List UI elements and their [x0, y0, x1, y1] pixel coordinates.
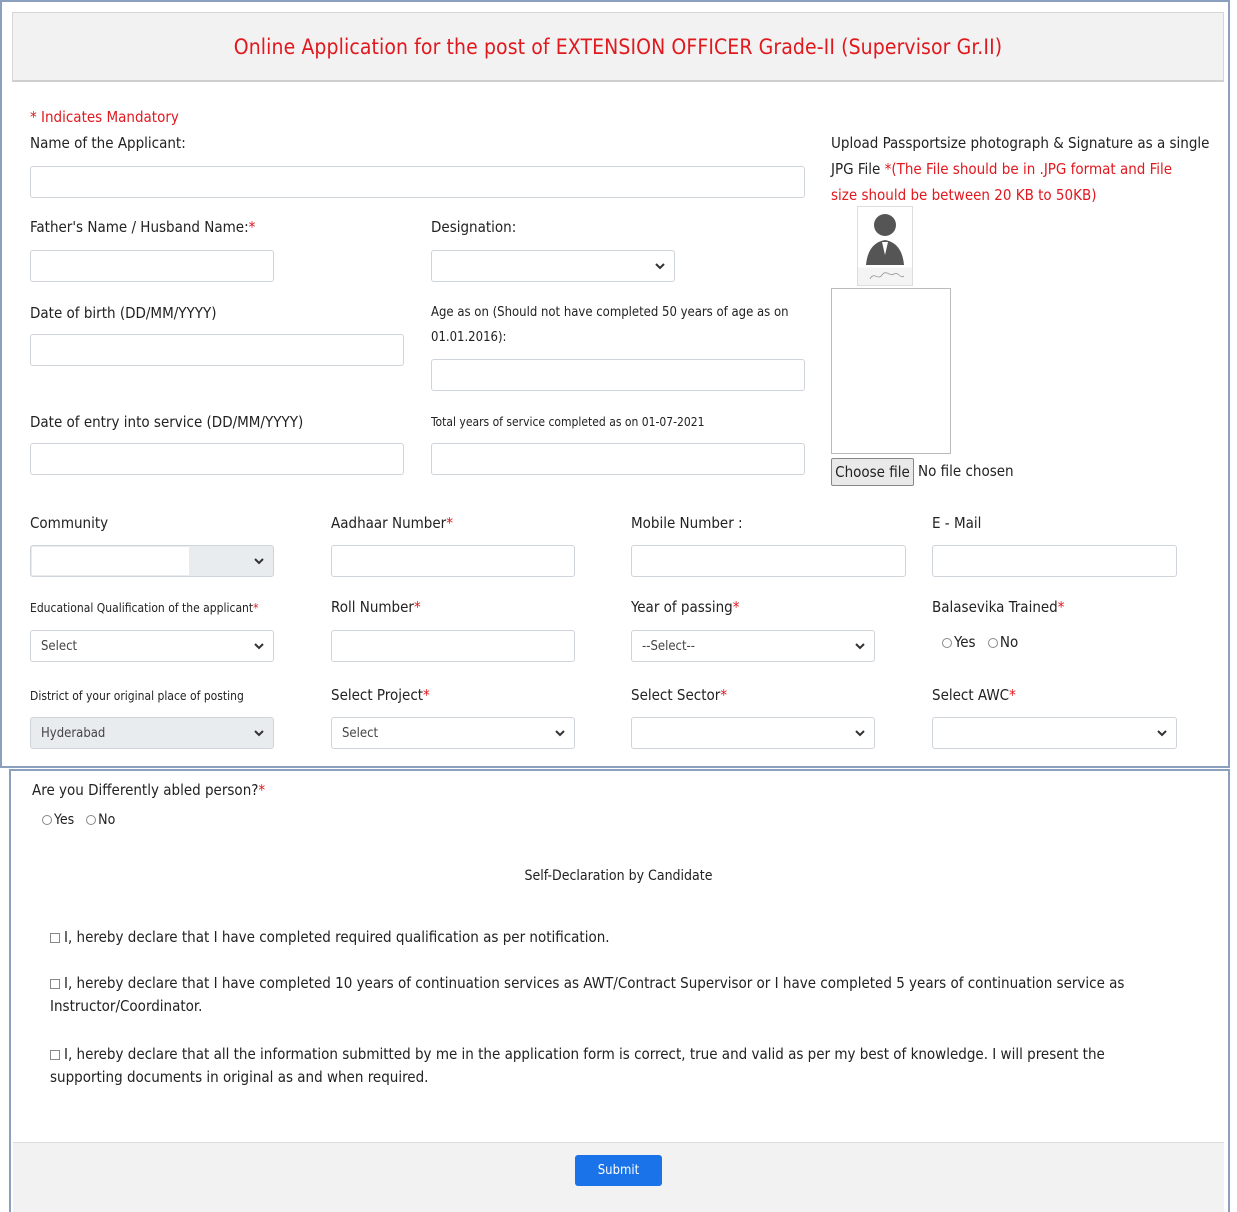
awc-label: Select AWC* — [932, 686, 1016, 704]
declaration-text-1: I, hereby declare that I have completed … — [64, 928, 610, 946]
declaration-item: I, hereby declare that I have completed … — [50, 972, 1170, 1018]
photo-preview-box — [831, 288, 951, 454]
district-label: District of your original place of posti… — [30, 689, 244, 703]
year-label: Year of passing* — [631, 598, 740, 616]
choose-file-button[interactable]: Choose file — [831, 458, 914, 486]
qualification-select-value: Select — [41, 638, 78, 654]
community-select[interactable] — [30, 545, 274, 577]
balasevika-label: Balasevika Trained* — [932, 598, 1065, 616]
declaration-item: I, hereby declare that I have completed … — [50, 926, 1170, 949]
roll-number-input[interactable] — [331, 630, 575, 662]
qualification-label: Educational Qualification of the applica… — [30, 601, 259, 615]
chevron-down-icon — [253, 555, 265, 567]
aadhaar-input[interactable] — [331, 545, 575, 577]
year-select[interactable]: --Select-- — [631, 630, 875, 662]
declaration-checkbox-1[interactable] — [50, 932, 60, 943]
project-select[interactable]: Select — [331, 717, 575, 749]
roll-number-label: Roll Number* — [331, 598, 421, 616]
upload-label-line1: Upload Passportsize photograph & Signatu… — [831, 134, 1210, 152]
chevron-down-icon — [554, 727, 566, 739]
age-label-line2: 01.01.2016): — [431, 330, 507, 345]
balasevika-yes-radio[interactable] — [942, 637, 952, 648]
age-label-line1: Age as on (Should not have completed 50 … — [431, 305, 789, 320]
declaration-title: Self-Declaration by Candidate — [524, 868, 713, 884]
district-select-value: Hyderabad — [41, 725, 106, 741]
email-input[interactable] — [932, 545, 1177, 577]
upload-label-line3: size should be between 20 KB to 50KB) — [831, 186, 1097, 204]
balasevika-no-radio[interactable] — [987, 637, 998, 648]
dob-input[interactable] — [30, 334, 404, 366]
community-select-fill — [32, 547, 189, 575]
aadhaar-label: Aadhaar Number* — [331, 514, 453, 532]
district-select[interactable]: Hyderabad — [30, 717, 274, 749]
mandatory-note: * Indicates Mandatory — [30, 108, 179, 126]
chevron-down-icon — [253, 640, 265, 652]
disabled-no-label: No — [98, 812, 116, 828]
service-years-input[interactable] — [431, 443, 805, 475]
community-label: Community — [30, 514, 109, 532]
awc-select[interactable] — [932, 717, 1177, 749]
dob-label: Date of birth (DD/MM/YYYY) — [30, 304, 217, 322]
balasevika-yes-label: Yes — [954, 633, 976, 651]
chevron-down-icon — [654, 260, 666, 272]
sector-select[interactable] — [631, 717, 875, 749]
chevron-down-icon — [1156, 727, 1168, 739]
mobile-input[interactable] — [631, 545, 906, 577]
applicant-name-label: Name of the Applicant: — [30, 134, 186, 152]
declaration-checkbox-2[interactable] — [50, 978, 60, 989]
declaration-text-2: I, hereby declare that I have completed … — [50, 974, 1125, 1015]
declaration-text-3: I, hereby declare that all the informati… — [50, 1045, 1105, 1086]
sample-photo — [857, 206, 913, 286]
sector-label: Select Sector* — [631, 686, 728, 704]
page-header: Online Application for the post of EXTEN… — [12, 12, 1224, 82]
disabled-no-radio[interactable] — [86, 815, 97, 825]
applicant-name-input[interactable] — [30, 166, 805, 198]
submit-button[interactable]: Submit — [575, 1155, 662, 1186]
disabled-yes-radio[interactable] — [42, 815, 52, 825]
project-select-value: Select — [342, 725, 379, 741]
father-name-label: Father's Name / Husband Name:* — [30, 218, 256, 236]
mobile-label: Mobile Number : — [631, 514, 743, 532]
declaration-item: I, hereby declare that all the informati… — [50, 1043, 1170, 1089]
disabled-options: Yes No — [42, 812, 115, 828]
designation-label: Designation: — [431, 218, 517, 236]
age-input[interactable] — [431, 359, 805, 391]
declaration-checkbox-3[interactable] — [50, 1049, 60, 1060]
qualification-select[interactable]: Select — [30, 630, 274, 662]
entry-date-label: Date of entry into service (DD/MM/YYYY) — [30, 413, 304, 431]
project-label: Select Project* — [331, 686, 430, 704]
chevron-down-icon — [854, 727, 866, 739]
upload-label-line2: JPG File *(The File should be in .JPG fo… — [831, 160, 1173, 178]
email-label: E - Mail — [932, 514, 982, 532]
chevron-down-icon — [253, 727, 265, 739]
entry-date-input[interactable] — [30, 443, 404, 475]
year-select-value: --Select-- — [642, 638, 695, 654]
page-title: Online Application for the post of EXTEN… — [233, 34, 1003, 59]
chevron-down-icon — [854, 640, 866, 652]
disabled-yes-label: Yes — [54, 812, 75, 828]
father-name-input[interactable] — [30, 250, 274, 282]
balasevika-options: Yes No — [942, 633, 1018, 651]
designation-select[interactable] — [431, 250, 675, 282]
balasevika-no-label: No — [999, 633, 1019, 651]
file-status: No file chosen — [918, 462, 1014, 480]
service-years-label: Total years of service completed as on 0… — [431, 415, 705, 429]
disabled-question: Are you Differently abled person?* — [32, 781, 266, 799]
